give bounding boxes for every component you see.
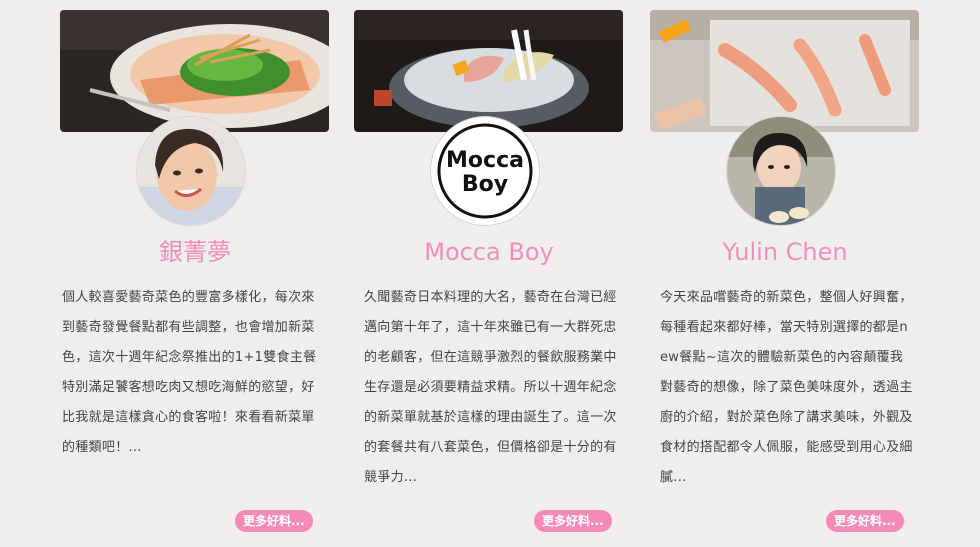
review-excerpt: 久聞藝奇日本料理的大名，藝奇在台灣已經邁向第十年了，這十年來雖已有一大群死忠的老… — [364, 290, 617, 485]
review-excerpt: 個人較喜愛藝奇菜色的豐富多樣化，每次來到藝奇發覺餐點都有些調整，也會增加新菜色，… — [62, 290, 317, 455]
mocca-boy-logo-avatar[interactable]: Mocca Boy — [430, 116, 540, 226]
food-photo-salad[interactable] — [60, 10, 329, 132]
reviewer-card-3: Yulin Chen 今天來品嚐藝奇的新菜色，整個人好興奮，每種看起來都好棒，當… — [650, 0, 920, 547]
reviewer-name: 銀菁夢 — [159, 238, 231, 266]
reviewer-name: Yulin Chen — [722, 238, 848, 266]
food-photo-sashimi[interactable] — [354, 10, 623, 132]
logo-text-line1: Mocca — [446, 148, 524, 173]
food-photo-shrimp[interactable] — [650, 10, 919, 132]
reviewer-card-1: 銀菁夢 個人較喜愛藝奇菜色的豐富多樣化，每次來到藝奇發覺餐點都有些調整，也會增加… — [60, 0, 330, 547]
reviewer-card-2: Mocca Boy Mocca Boy 久聞藝奇日本料理的大名，藝奇在台灣已經邁… — [354, 0, 624, 547]
reviewer-avatar[interactable] — [136, 116, 246, 226]
reviewer-name: Mocca Boy — [424, 238, 554, 266]
read-more-button[interactable]: 更多好料... — [534, 510, 612, 532]
read-more-button[interactable]: 更多好料... — [826, 510, 904, 532]
read-more-button[interactable]: 更多好料... — [235, 510, 313, 532]
logo-text-line2: Boy — [462, 172, 508, 197]
review-excerpt: 今天來品嚐藝奇的新菜色，整個人好興奮，每種看起來都好棒，當天特別選擇的都是new… — [660, 290, 913, 485]
reviewer-avatar[interactable] — [726, 116, 836, 226]
